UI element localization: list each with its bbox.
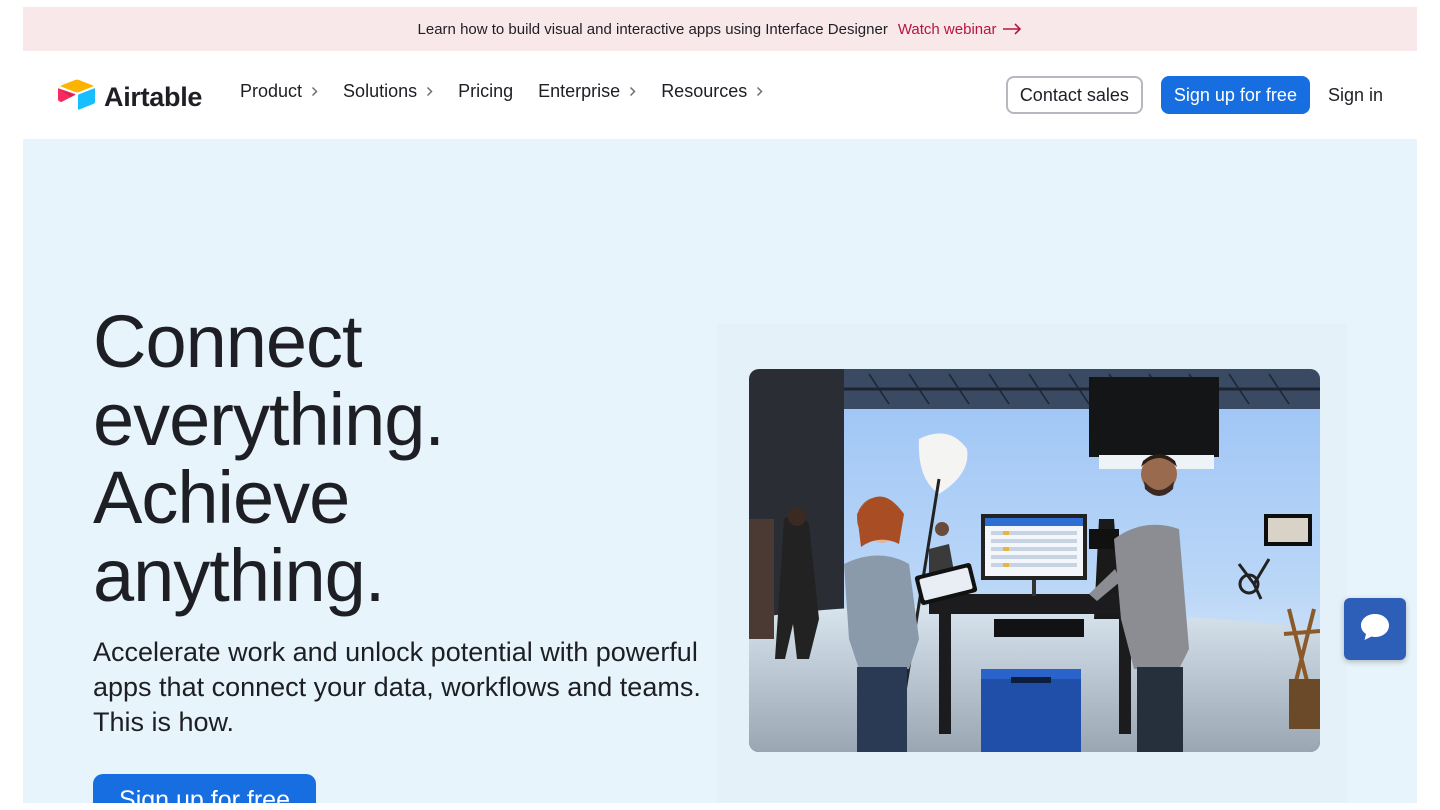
logo-wordmark: Airtable — [104, 82, 203, 112]
nav-item-label: Product — [240, 81, 303, 101]
headline-line: anything. — [93, 534, 385, 617]
announcement-message: Learn how to build visual and interactiv… — [417, 20, 888, 38]
signup-button[interactable]: Sign up for free — [1160, 76, 1310, 114]
hero-headline: Connect everything. Achieve anything. — [93, 303, 653, 615]
headline-line: everything. — [93, 378, 445, 461]
chevron-right-icon — [629, 81, 636, 102]
headline-line: Connect — [93, 300, 363, 383]
arrow-right-icon — [1002, 23, 1022, 35]
watch-webinar-link[interactable]: Watch webinar — [898, 21, 1023, 38]
airtable-logo-icon — [58, 79, 96, 116]
hero-section: Connect everything. Achieve anything. Ac… — [23, 139, 1417, 803]
chevron-right-icon — [426, 81, 433, 102]
nav-actions: Contact sales Sign up for free Sign in — [1005, 76, 1383, 114]
hero-subheading: Accelerate work and unlock potential wit… — [93, 637, 701, 737]
nav-item-label: Enterprise — [538, 81, 621, 101]
nav-item-enterprise[interactable]: Enterprise — [538, 81, 636, 102]
main-menu: Product Solutions Pricing Enterprise Res… — [240, 81, 788, 102]
announcement-bar: Learn how to build visual and interactiv… — [23, 7, 1417, 51]
nav-item-label: Pricing — [458, 81, 514, 101]
hero-studio-photo — [749, 369, 1320, 752]
nav-item-label: Resources — [661, 81, 748, 101]
contact-sales-button[interactable]: Contact sales — [1005, 76, 1143, 114]
nav-item-pricing[interactable]: Pricing — [458, 81, 513, 102]
nav-item-label: Solutions — [343, 81, 418, 101]
nav-item-product[interactable]: Product — [240, 81, 318, 102]
chevron-right-icon — [756, 81, 763, 102]
chat-bubble-icon — [1359, 612, 1391, 647]
headline-line: Achieve — [93, 456, 350, 539]
chat-button[interactable] — [1344, 598, 1406, 660]
signin-link[interactable]: Sign in — [1328, 85, 1383, 106]
nav-item-resources[interactable]: Resources — [661, 81, 763, 102]
airtable-logo[interactable]: Airtable — [58, 79, 202, 116]
nav-item-solutions[interactable]: Solutions — [343, 81, 433, 102]
chevron-right-icon — [311, 81, 318, 102]
watch-webinar-label: Watch webinar — [897, 20, 997, 38]
top-navigation: Airtable Product Solutions Pricing Enter… — [23, 51, 1417, 139]
hero-signup-button[interactable]: Sign up for free — [93, 774, 316, 803]
page-frame: Learn how to build visual and interactiv… — [23, 7, 1417, 803]
